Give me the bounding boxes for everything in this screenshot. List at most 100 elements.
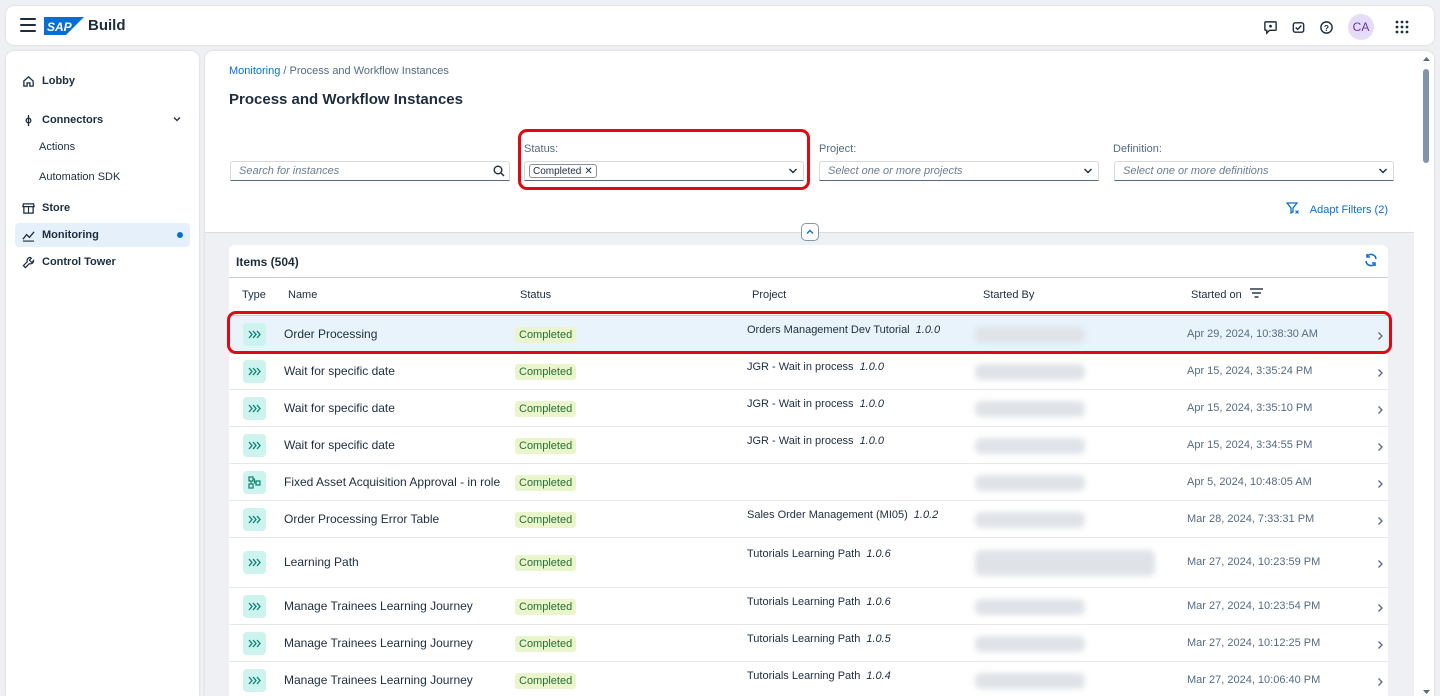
sidebar-item-lobby[interactable]: Lobby [15,69,190,93]
status-badge: Completed [515,672,577,689]
breadcrumb-current: / Process and Workflow Instances [280,65,449,77]
navigation-arrow-icon[interactable] [1376,639,1384,653]
table-row[interactable]: Wait for specific date Completed JGR - Wai… [229,390,1388,427]
help-icon[interactable]: ? [1312,15,1340,39]
row-project-version: 1.0.2 [913,509,939,521]
side-navigation: Lobby Connectors Actions Automation SDK … [6,51,199,696]
navigation-arrow-icon[interactable] [1376,478,1384,492]
column-header-name: Name [288,289,318,301]
column-header-started-on[interactable]: Started on [1191,288,1263,301]
sidebar-item-store[interactable]: Store [15,196,190,220]
column-header-started-by: Started By [983,289,1035,301]
search-input[interactable]: Search for instances [230,161,510,181]
sidebar-item-connectors[interactable]: Connectors [15,108,190,132]
table-row[interactable]: Learning Path Completed Tutorials Learning… [229,538,1388,588]
status-badge: Completed [515,437,577,454]
row-started-on: Apr 5, 2024, 10:48:05 AM [1187,475,1312,488]
definition-multi-combobox[interactable]: Select one or more definitions [1114,161,1394,181]
redacted-started-by [975,474,1085,491]
row-project-name: JGR - Wait in process [747,361,854,373]
filter-clear-icon[interactable] [1285,201,1300,218]
process-icon [243,594,266,618]
feedback-icon[interactable] [1256,15,1284,39]
status-badge: Completed [515,400,577,417]
row-started-on: Mar 27, 2024, 10:23:54 PM [1187,599,1321,612]
status-multi-combobox[interactable]: Completed ✕ [524,161,804,181]
row-project-version: 1.0.0 [859,361,885,373]
navigation-arrow-icon[interactable] [1376,558,1384,572]
row-name: Order Processing Error Table [284,511,440,526]
row-name: Wait for specific date [284,437,395,452]
table-row[interactable]: Manage Trainees Learning Journey Complete… [229,662,1388,696]
row-started-on: Mar 27, 2024, 10:23:59 PM [1187,556,1321,568]
avatar[interactable]: CA [1348,14,1374,40]
workflow-icon [243,470,266,494]
table-row[interactable]: Fixed Asset Acquisition Approval - in ro… [229,464,1388,501]
chevron-down-icon[interactable] [1078,166,1098,176]
product-switch-icon[interactable] [1388,15,1416,39]
navigation-arrow-icon[interactable] [1376,676,1384,690]
adapt-filters-button[interactable]: Adapt Filters (2) [1285,201,1388,218]
sidebar-item-control-tower[interactable]: Control Tower [15,250,190,274]
scroll-thumb[interactable] [1423,69,1429,163]
row-project: Sales Order Management (MI05) 1.0.2 [747,509,938,521]
status-badge: Completed [515,598,577,615]
row-started-on: Apr 15, 2024, 3:35:10 PM [1187,401,1313,414]
row-project: Tutorials Learning Path 1.0.4 [747,670,891,682]
row-project-version: 1.0.0 [859,435,885,447]
status-token[interactable]: Completed ✕ [529,164,597,178]
row-started-on: Mar 27, 2024, 10:06:40 PM [1187,673,1321,686]
navigation-arrow-icon[interactable] [1376,367,1384,381]
navigation-arrow-icon[interactable] [1376,515,1384,529]
navigation-arrow-icon[interactable] [1376,602,1384,616]
table-row[interactable]: Wait for specific date Completed JGR - Wai… [229,427,1388,464]
scroll-down-icon[interactable] [1422,688,1431,696]
row-project: Tutorials Learning Path 1.0.6 [747,548,891,560]
sidebar-item-monitoring[interactable]: Monitoring [15,223,190,247]
redacted-started-by [975,550,1155,576]
column-header-status: Status [520,289,552,301]
sidebar-item-automation-sdk[interactable]: Automation SDK [15,165,190,189]
collapse-header-button[interactable] [801,223,819,241]
joule-icon[interactable] [1284,15,1312,39]
vertical-scrollbar[interactable] [1421,55,1432,696]
scroll-up-icon[interactable] [1422,55,1431,63]
navigation-arrow-icon[interactable] [1376,404,1384,418]
sidebar-item-actions[interactable]: Actions [15,135,190,159]
redacted-started-by [975,326,1085,343]
chevron-down-icon[interactable] [1373,166,1393,176]
table-row[interactable]: Wait for specific date Completed JGR - Wai… [229,353,1388,390]
project-multi-combobox[interactable]: Select one or more projects [819,161,1099,181]
row-project-name: Orders Management Dev Tutorial [747,324,910,336]
row-project-name: Tutorials Learning Path [747,596,861,608]
refresh-icon[interactable] [1364,253,1378,270]
search-placeholder: Search for instances [239,165,340,177]
app-name: Build [88,17,126,34]
table-row[interactable]: Manage Trainees Learning Journey Complete… [229,588,1388,625]
token-remove-icon[interactable]: ✕ [584,166,592,177]
page-title: Process and Workflow Instances [229,91,463,108]
sap-logo-text: SAP [47,20,73,34]
row-project-version: 1.0.5 [866,633,891,645]
table-row[interactable]: Order Processing Completed Orders Manageme… [229,316,1388,353]
menu-icon[interactable] [20,18,36,32]
chevron-down-icon[interactable] [783,166,803,176]
row-project: Tutorials Learning Path 1.0.6 [747,596,891,608]
row-project: JGR - Wait in process 1.0.0 [747,398,884,410]
sidebar-item-label: Control Tower [42,256,116,268]
row-project-name: JGR - Wait in process [747,435,854,447]
sort-descending-icon[interactable] [1249,288,1263,301]
table-row[interactable]: Manage Trainees Learning Journey Complete… [229,625,1388,662]
svg-text:?: ? [1323,22,1328,32]
chevron-down-icon[interactable] [172,114,182,127]
navigation-arrow-icon[interactable] [1376,441,1384,455]
table-row[interactable]: Order Processing Error Table Completed Sal… [229,501,1388,538]
navigation-arrow-icon[interactable] [1376,330,1384,344]
search-icon[interactable] [489,165,509,177]
sidebar-item-label: Lobby [42,75,75,87]
row-project: Tutorials Learning Path 1.0.5 [747,633,891,645]
row-started-on: Apr 29, 2024, 10:38:30 AM [1187,327,1318,340]
sap-logo[interactable]: SAP [44,17,84,35]
breadcrumb-link-monitoring[interactable]: Monitoring [229,65,280,77]
row-started-on: Mar 27, 2024, 10:12:25 PM [1187,636,1321,649]
